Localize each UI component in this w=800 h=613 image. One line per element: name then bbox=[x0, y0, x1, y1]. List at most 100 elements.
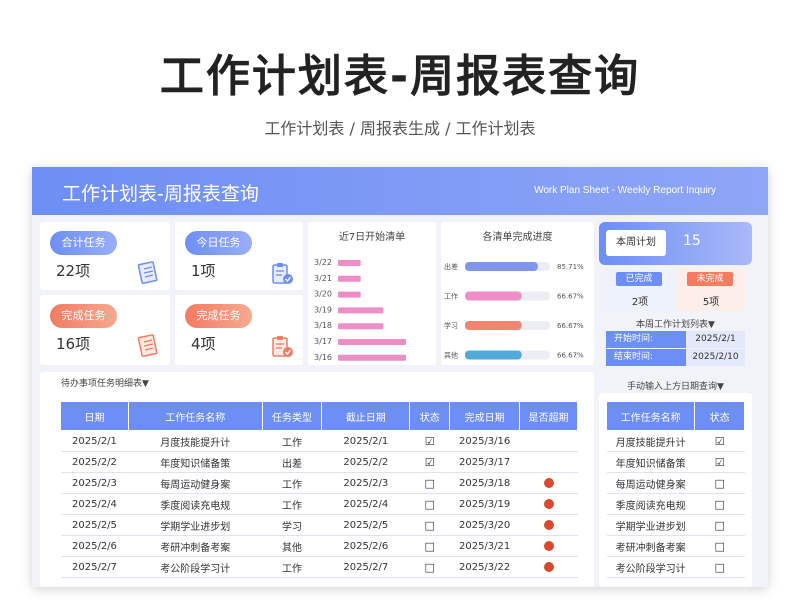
table-row: 2025/2/2 年度知识储备策 出差 2025/2/2 ☑ 2025/3/17 bbox=[60, 451, 578, 473]
kpi-card-done-2: 完成任务 4项 bbox=[175, 295, 303, 365]
column-header: 工作任务名称 bbox=[127, 401, 263, 431]
date-cell: 2025/2/7 bbox=[60, 556, 129, 578]
chart-recent-start-svg: 3/22 3/21 3/20 3/19 3/18 3/17 3/16 bbox=[314, 258, 406, 362]
kpi-value: 22项 bbox=[56, 262, 91, 280]
weekly-list-label[interactable]: 本周工作计划列表▼ bbox=[599, 317, 752, 330]
column-header: 工作任务名称 bbox=[605, 401, 696, 431]
bar bbox=[465, 321, 522, 330]
tick-label: 学习 bbox=[444, 321, 458, 330]
bar bbox=[338, 339, 406, 345]
due-cell: 2025/2/2 bbox=[321, 451, 410, 473]
kpi-card-done: 完成任务 16项 bbox=[40, 295, 170, 365]
column-header: 任务类型 bbox=[261, 401, 323, 431]
task-cell: 每周运动健身案 bbox=[128, 472, 263, 494]
status-checkbox[interactable]: □ bbox=[409, 535, 450, 557]
type-cell: 学习 bbox=[262, 514, 322, 536]
overdue-cell bbox=[519, 472, 578, 494]
column-header: 状态 bbox=[409, 401, 451, 431]
data-label: 66.67% bbox=[557, 352, 584, 360]
completed-label: 已完成 bbox=[616, 272, 662, 286]
task-cell: 考公阶段学习计 bbox=[606, 556, 695, 578]
bar bbox=[338, 275, 361, 282]
bar bbox=[465, 291, 522, 301]
type-cell: 工作 bbox=[262, 430, 322, 452]
column-header: 日期 bbox=[60, 401, 129, 431]
detail-panel: 待办事项任务明细表▼ 日期 工作任务名称 任务类型 截止日期 状态 完成日期 是否超期 20… bbox=[40, 372, 594, 587]
status-checkbox[interactable]: □ bbox=[409, 514, 450, 536]
kpi-value: 4项 bbox=[191, 335, 216, 353]
status-checkbox[interactable]: □ bbox=[694, 472, 745, 494]
tick-label: 3/22 bbox=[314, 258, 332, 267]
overdue-cell bbox=[519, 493, 578, 515]
page-subtitle: 工作计划表 / 周报表生成 / 工作计划表 bbox=[264, 119, 536, 138]
task-cell: 每周运动健身案 bbox=[606, 472, 695, 494]
weekly-panel: 本周计划 15 已完成 2项 未完成 5项 本周工作计划列表▼ 开始时间: 20… bbox=[599, 222, 752, 366]
kpi-label: 完成任务 bbox=[50, 304, 117, 328]
bar bbox=[338, 291, 361, 298]
task-cell: 年度知识储备策 bbox=[128, 451, 263, 473]
banner-subtitle: Work Plan Sheet - Weekly Report Inquiry bbox=[534, 185, 716, 196]
table-row: 2025/2/1 月度技能提升计 工作 2025/2/1 ☑ 2025/3/16 bbox=[60, 430, 578, 452]
due-cell: 2025/2/5 bbox=[321, 514, 410, 536]
kpi-value: 16项 bbox=[56, 335, 91, 353]
done-date-cell: 2025/3/22 bbox=[449, 556, 520, 578]
tick-label: 3/18 bbox=[314, 321, 332, 330]
weekly-list-panel: 工作任务名称 状态 月度技能提升计 ☑ 年度知识储备策 ☑ 每周运动健身案 □ 季度阅读充电规… bbox=[599, 393, 752, 587]
status-checkbox[interactable]: ☑ bbox=[409, 451, 450, 473]
tick-label: 出差 bbox=[444, 262, 458, 271]
type-cell: 工作 bbox=[262, 556, 322, 578]
detail-table: 日期 工作任务名称 任务类型 截止日期 状态 完成日期 是否超期 2025/2/1 月度技能提… bbox=[60, 401, 578, 578]
chart-progress: 各清单完成进度 出差 85.71% 工作 66.67% 学习 66.67% 其他 66.67% bbox=[441, 222, 594, 365]
overdue-cell bbox=[519, 514, 578, 536]
task-cell: 学期学业进步划 bbox=[128, 514, 263, 536]
status-checkbox[interactable]: □ bbox=[694, 556, 745, 578]
overdue-cell bbox=[519, 535, 578, 557]
due-cell: 2025/2/3 bbox=[321, 472, 410, 494]
weekly-plan-label: 本周计划 bbox=[606, 230, 666, 256]
spreadsheet-preview: 工作计划表-周报表查询 Work Plan Sheet - Weekly Rep… bbox=[32, 167, 768, 587]
overdue-dot-icon bbox=[543, 477, 554, 488]
tick-label: 其他 bbox=[444, 351, 458, 360]
start-date-value[interactable]: 2025/2/1 bbox=[686, 331, 745, 348]
status-checkbox[interactable]: ☑ bbox=[694, 451, 745, 473]
task-cell: 学期学业进步划 bbox=[606, 514, 695, 536]
task-cell: 月度技能提升计 bbox=[128, 430, 263, 452]
table-row: 考研冲刺备考案 □ bbox=[606, 535, 745, 557]
overdue-dot-icon bbox=[543, 498, 554, 509]
status-checkbox[interactable]: □ bbox=[694, 535, 745, 557]
task-cell: 考公阶段学习计 bbox=[128, 556, 263, 578]
status-checkbox[interactable]: ☑ bbox=[694, 430, 745, 452]
done-date-cell: 2025/3/21 bbox=[449, 535, 520, 557]
overdue-dot-icon bbox=[543, 519, 554, 530]
due-cell: 2025/2/7 bbox=[321, 556, 410, 578]
column-header: 截止日期 bbox=[321, 401, 411, 431]
status-checkbox[interactable]: □ bbox=[409, 472, 450, 494]
tick-label: 工作 bbox=[444, 292, 458, 301]
end-date-value[interactable]: 2025/2/10 bbox=[686, 349, 745, 366]
weekly-pending-box: 未完成 5项 bbox=[677, 269, 745, 311]
date-cell: 2025/2/1 bbox=[60, 430, 129, 452]
kpi-card-today: 今日任务 1项 bbox=[175, 222, 303, 290]
date-cell: 2025/2/4 bbox=[60, 493, 129, 515]
date-cell: 2025/2/2 bbox=[60, 451, 129, 473]
table-row: 2025/2/6 考研冲刺备考案 其他 2025/2/6 □ 2025/3/21 bbox=[60, 535, 578, 557]
detail-section-label[interactable]: 待办事项任务明细表▼ bbox=[61, 376, 149, 389]
tick-label: 3/21 bbox=[314, 274, 332, 283]
document-icon bbox=[137, 334, 158, 358]
overdue-cell bbox=[519, 430, 578, 452]
date-cell: 2025/2/6 bbox=[60, 535, 129, 557]
start-date-label: 开始时间: bbox=[606, 331, 686, 348]
end-date-label: 结束时间: bbox=[606, 349, 686, 366]
type-cell: 工作 bbox=[262, 493, 322, 515]
column-header: 状态 bbox=[694, 401, 745, 431]
data-label: 66.67% bbox=[557, 322, 584, 330]
overdue-dot-icon bbox=[543, 540, 554, 551]
due-cell: 2025/2/4 bbox=[321, 493, 410, 515]
status-checkbox[interactable]: □ bbox=[409, 493, 450, 515]
kpi-card-total: 合计任务 22项 bbox=[40, 222, 170, 290]
status-checkbox[interactable]: □ bbox=[694, 493, 745, 515]
done-date-cell: 2025/3/17 bbox=[449, 451, 520, 473]
status-checkbox[interactable]: ☑ bbox=[409, 430, 450, 452]
status-checkbox[interactable]: □ bbox=[694, 514, 745, 536]
status-checkbox[interactable]: □ bbox=[409, 556, 450, 578]
